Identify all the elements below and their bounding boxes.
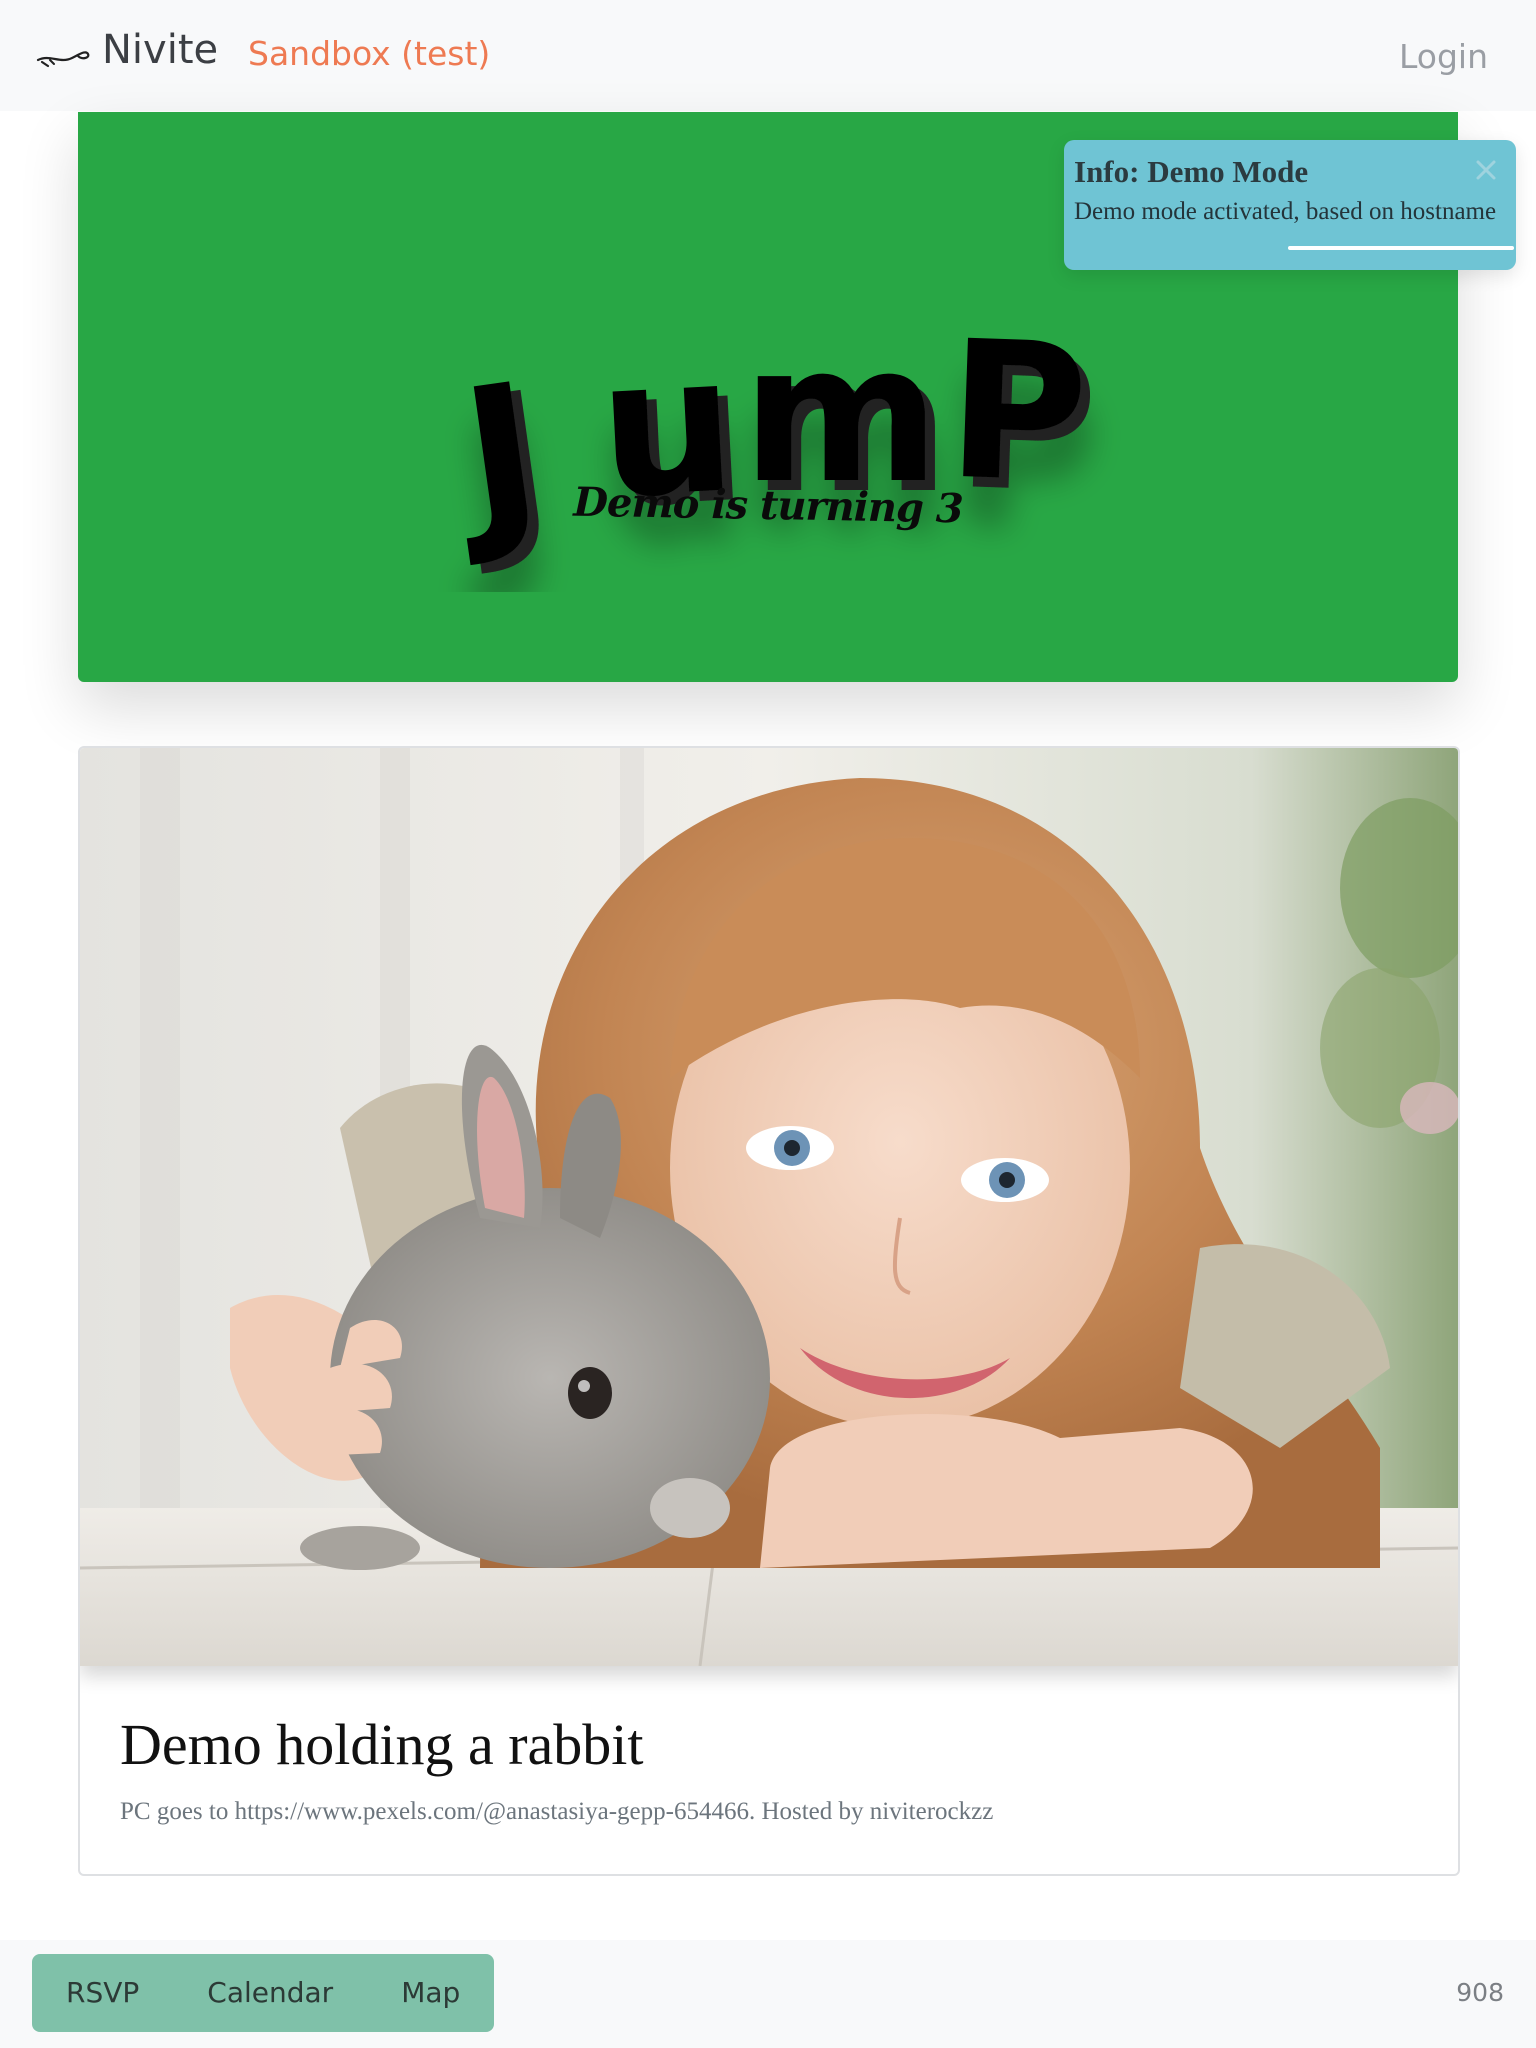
toast-message: Demo mode activated, based on hostname	[1074, 198, 1497, 225]
top-navbar: Nivite Sandbox (test) Login	[0, 0, 1536, 111]
footer-nav: RSVP Calendar Map	[32, 1954, 494, 2032]
close-icon[interactable]	[1468, 152, 1504, 188]
environment-label: Sandbox (test)	[248, 34, 491, 73]
fountain-pen-logo-icon[interactable]	[36, 42, 90, 70]
bottom-footer: RSVP Calendar Map 908	[0, 1940, 1536, 2048]
event-card: Demo holding a rabbit PC goes to https:/…	[78, 746, 1460, 1876]
calendar-link[interactable]: Calendar	[173, 1954, 367, 2032]
card-photo[interactable]	[80, 748, 1458, 1666]
login-link[interactable]: Login	[1399, 34, 1488, 80]
demo-mode-toast: Info: Demo Mode Demo mode activated, bas…	[1064, 140, 1516, 270]
brand-name[interactable]: Nivite	[102, 24, 218, 76]
card-title: Demo holding a rabbit	[120, 1712, 644, 1777]
toast-title: Info: Demo Mode	[1074, 154, 1309, 189]
toast-progress-bar	[1288, 246, 1514, 250]
card-caption: PC goes to https://www.pexels.com/@anast…	[120, 1798, 994, 1825]
map-link[interactable]: Map	[367, 1954, 494, 2032]
rsvp-link[interactable]: RSVP	[32, 1954, 173, 2032]
visitor-count: 908	[1456, 1978, 1504, 2007]
